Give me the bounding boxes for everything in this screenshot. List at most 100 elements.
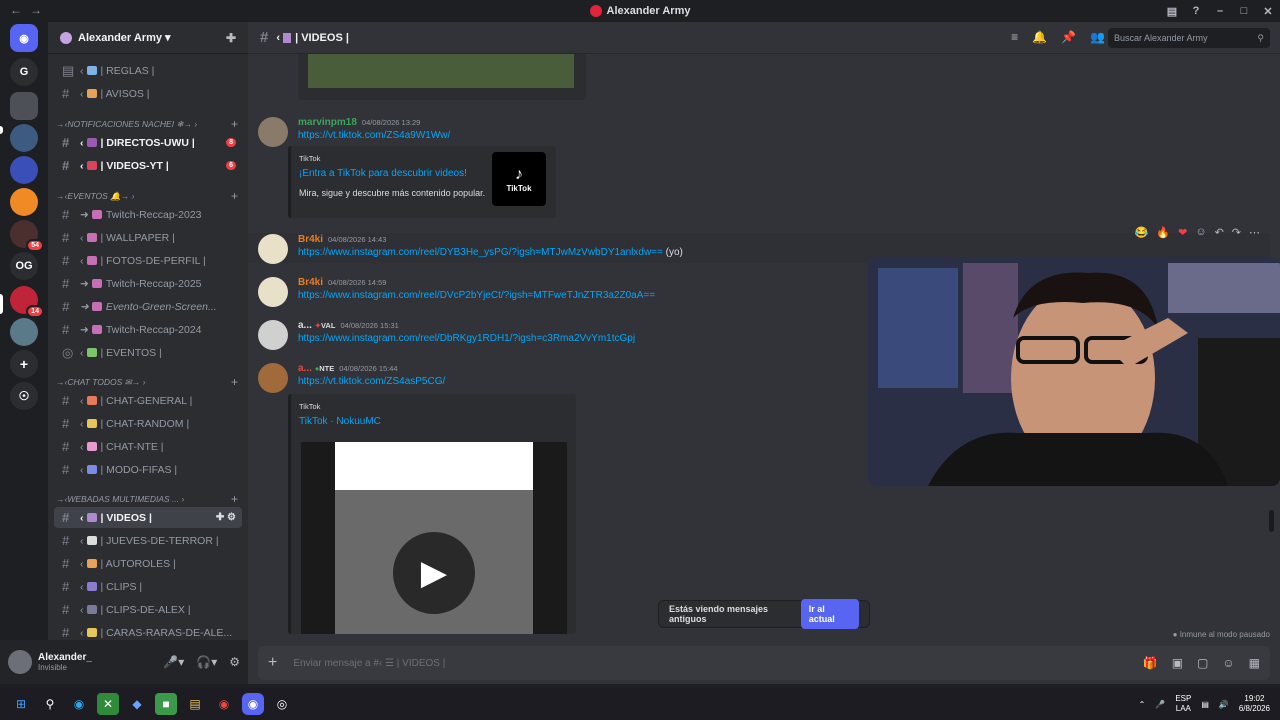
discover-icon[interactable]: ☉: [10, 382, 38, 410]
microphone-icon[interactable]: 🎤▾: [163, 655, 184, 669]
play-icon[interactable]: ▶: [393, 532, 475, 614]
discord-taskbar-icon[interactable]: ◉: [242, 693, 264, 715]
network-icon[interactable]: ▤: [1201, 700, 1209, 709]
server-og[interactable]: OG: [10, 252, 38, 280]
message-input[interactable]: + Enviar mensaje a #‹ ☰ | VIDEOS | 🎁 ▣ ▢…: [258, 646, 1270, 680]
chevron-up-icon[interactable]: ⌃: [1139, 700, 1146, 709]
add-channel-icon[interactable]: +: [231, 492, 238, 506]
apps-icon[interactable]: ▦: [1249, 656, 1260, 670]
minimize-button[interactable]: –: [1208, 5, 1232, 17]
avatar[interactable]: [258, 277, 288, 307]
search-icon[interactable]: ⚲: [39, 693, 61, 715]
channel-chat-nte[interactable]: # ‹ | CHAT-NTE |: [54, 436, 242, 457]
server-icon-10[interactable]: [10, 318, 38, 346]
volume-icon[interactable]: 🔊: [1219, 700, 1229, 709]
minecraft-icon[interactable]: ■: [155, 693, 177, 715]
channel-twitch-2024[interactable]: # ➜ Twitch-Reccap-2024: [54, 319, 242, 340]
edge-icon[interactable]: ◉: [68, 693, 90, 715]
channel-chat-random[interactable]: # ‹ | CHAT-RANDOM |: [54, 413, 242, 434]
mic-tray-icon[interactable]: 🎤: [1155, 700, 1165, 709]
video-player[interactable]: ▶: [301, 442, 567, 634]
heart-icon[interactable]: ❤: [1178, 226, 1187, 239]
server-icon-alexander[interactable]: 14: [10, 286, 44, 318]
server-header[interactable]: Alexander Army ▾ ✚: [48, 22, 248, 54]
channel-clips[interactable]: # ‹ | CLIPS |: [54, 576, 242, 597]
channel-videos[interactable]: # ‹ | VIDEOS | ✚ ⚙: [54, 507, 242, 528]
add-channel-icon[interactable]: +: [231, 375, 238, 389]
add-reaction-icon[interactable]: ☺: [1195, 226, 1206, 238]
avatar[interactable]: [8, 650, 32, 674]
threads-icon[interactable]: ≡: [1011, 30, 1018, 44]
channel-evento-green[interactable]: # ➜ Evento-Green-Screen...: [54, 296, 242, 317]
settings-gear-icon[interactable]: ⚙: [229, 655, 240, 669]
close-button[interactable]: ✕: [1256, 5, 1280, 18]
avatar[interactable]: [258, 117, 288, 147]
channel-modo-fifas[interactable]: # ‹ | MODO-FIFAS |: [54, 459, 242, 480]
channel-avisos[interactable]: # ‹ | AVISOS |: [54, 83, 242, 104]
gif-icon[interactable]: ▣: [1172, 656, 1183, 670]
message-link[interactable]: https://www.instagram.com/reel/DYB3He_ys…: [298, 247, 683, 258]
channel-settings-icon[interactable]: ✚ ⚙: [216, 512, 236, 523]
channel-autoroles[interactable]: # ‹ | AUTOROLES |: [54, 553, 242, 574]
message-author[interactable]: marvinpm18 04/08/2026 13:29: [298, 117, 420, 128]
channel-twitch-2025[interactable]: # ➜ Twitch-Reccap-2025: [54, 273, 242, 294]
channel-chat-general[interactable]: # ‹ | CHAT-GENERAL |: [54, 390, 242, 411]
help-icon[interactable]: ?: [1184, 5, 1208, 17]
message-author[interactable]: Br4ki 04/08/2026 14:43: [298, 234, 386, 245]
back-arrow-icon[interactable]: ←: [10, 3, 22, 17]
language-indicator[interactable]: ESP LAA: [1175, 694, 1191, 714]
maximize-button[interactable]: □: [1232, 5, 1256, 17]
video-thumbnail[interactable]: [308, 54, 574, 88]
reaction-icon[interactable]: 😂: [1135, 226, 1149, 239]
forward-arrow-icon[interactable]: →: [30, 3, 42, 17]
category-webadas[interactable]: →‹ WEBADAS MULTIMEDIAS ... › +: [56, 491, 244, 507]
inbox-icon[interactable]: ▤: [1160, 5, 1184, 18]
avatar[interactable]: [258, 363, 288, 393]
gift-icon[interactable]: 🎁: [1143, 656, 1158, 670]
add-channel-icon[interactable]: +: [231, 189, 238, 203]
scrollbar[interactable]: [1269, 510, 1274, 532]
file-explorer-icon[interactable]: ▤: [184, 693, 206, 715]
invite-icon[interactable]: ✚: [226, 31, 236, 45]
add-channel-icon[interactable]: +: [231, 117, 238, 131]
message-link[interactable]: https://www.instagram.com/reel/DVcP2bYje…: [298, 290, 655, 301]
reply-icon[interactable]: ↶: [1215, 226, 1224, 239]
server-icon-4[interactable]: [10, 124, 38, 152]
message-link[interactable]: https://vt.tiktok.com/ZS4a9W1Ww/: [298, 130, 450, 141]
embed-title[interactable]: TikTok · NokuuMC: [299, 416, 381, 427]
xbox-icon[interactable]: ✕: [97, 693, 119, 715]
attach-plus-icon[interactable]: +: [268, 654, 277, 672]
category-eventos[interactable]: →‹ EVENTOS 🔔→ › +: [56, 188, 244, 204]
channel-twitch-2023[interactable]: # ➜ Twitch-Reccap-2023: [54, 204, 242, 225]
channel-fotos-perfil[interactable]: # ‹ | FOTOS-DE-PERFIL |: [54, 250, 242, 271]
channel-jueves-terror[interactable]: # ‹ | JUEVES-DE-TERROR |: [54, 530, 242, 551]
clock[interactable]: 19:02 6/8/2026: [1239, 694, 1270, 714]
avatar[interactable]: [258, 320, 288, 350]
channel-clips-alex[interactable]: # ‹ | CLIPS-DE-ALEX |: [54, 599, 242, 620]
discord-home-icon[interactable]: ◉: [10, 24, 38, 52]
server-icon-5[interactable]: [10, 156, 38, 184]
more-icon[interactable]: ⋯: [1249, 226, 1260, 239]
channel-videos-yt[interactable]: # ‹ | VIDEOS-YT | 6: [54, 155, 242, 176]
app-icon[interactable]: ◆: [126, 693, 148, 715]
reaction-icon[interactable]: 🔥: [1156, 226, 1170, 239]
channel-eventos[interactable]: ◎ ‹ | EVENTOS |: [54, 342, 242, 363]
members-icon[interactable]: 👥: [1090, 30, 1105, 44]
forward-icon[interactable]: ↷: [1232, 226, 1241, 239]
channel-directos[interactable]: # ‹ | DIRECTOS-UWU | 8: [54, 132, 242, 153]
server-icon-6[interactable]: [10, 188, 38, 216]
obs-icon[interactable]: ◎: [271, 693, 293, 715]
channel-wallpaper[interactable]: # ‹ | WALLPAPER |: [54, 227, 242, 248]
category-chat-todos[interactable]: →‹ CHAT TODOS ✉→ › +: [56, 374, 244, 390]
server-g[interactable]: G: [10, 58, 38, 86]
message-author[interactable]: Br4ki 04/08/2026 14:59: [298, 277, 386, 288]
sticker-icon[interactable]: ▢: [1197, 656, 1208, 670]
message-link[interactable]: https://www.instagram.com/reel/DbRKgy1RD…: [298, 333, 635, 344]
message-link[interactable]: https://vt.tiktok.com/ZS4asP5CG/: [298, 376, 445, 387]
windows-start-icon[interactable]: ⊞: [10, 693, 32, 715]
server-icon-3[interactable]: [10, 92, 38, 120]
avatar[interactable]: [258, 234, 288, 264]
message-author[interactable]: a... ●NTE 04/08/2026 15:44: [298, 363, 398, 374]
message-author[interactable]: a... ✦VAL 04/08/2026 15:31: [298, 320, 399, 331]
bell-icon[interactable]: 🔔: [1032, 30, 1047, 44]
